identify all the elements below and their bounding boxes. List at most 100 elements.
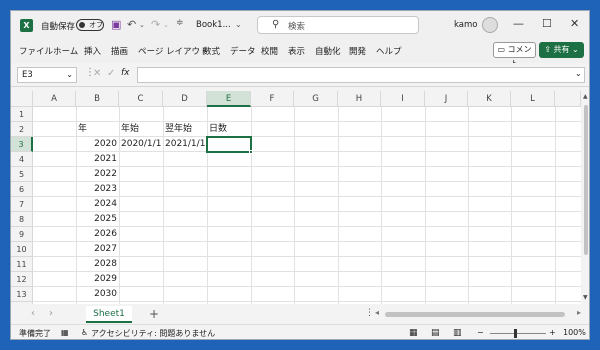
cell-b13[interactable]: 2030 bbox=[76, 287, 119, 302]
close-icon[interactable]: ✕ bbox=[570, 17, 579, 30]
column-header-h[interactable]: H bbox=[338, 91, 381, 107]
comment-button[interactable]: ▭ コメント bbox=[493, 42, 536, 68]
tab-insert[interactable]: 挿入 bbox=[84, 45, 101, 57]
column-header-k[interactable]: K bbox=[468, 91, 511, 107]
column-header-d[interactable]: D bbox=[163, 91, 207, 107]
search-box[interactable]: ⚲ 検索 bbox=[257, 16, 419, 34]
file-name-chevron-icon[interactable]: ⌄ bbox=[235, 20, 242, 29]
cell-e2[interactable]: 日数 bbox=[207, 122, 251, 137]
tab-split-handle-icon[interactable]: ⋮ bbox=[365, 308, 374, 318]
undo-dropdown-icon[interactable]: ⌄ bbox=[139, 21, 145, 29]
selected-cell-e3[interactable] bbox=[206, 136, 252, 153]
expand-formula-icon[interactable]: ⌄ bbox=[575, 69, 582, 78]
tab-review[interactable]: 校閲 bbox=[261, 45, 278, 57]
cell-b3[interactable]: 2020 bbox=[76, 137, 119, 152]
autosave-toggle[interactable]: オフ bbox=[76, 19, 104, 31]
share-button[interactable]: ⇪ 共有 ⌄ bbox=[539, 42, 584, 58]
name-box-chevron-icon[interactable]: ⌄ bbox=[66, 68, 73, 82]
cell-b4[interactable]: 2021 bbox=[76, 152, 119, 167]
row-header-1[interactable]: 1 bbox=[11, 107, 33, 122]
row-header-9[interactable]: 9 bbox=[11, 227, 33, 242]
column-header-l[interactable]: L bbox=[511, 91, 555, 107]
user-name[interactable]: kamo bbox=[454, 20, 477, 30]
zoom-slider-knob[interactable] bbox=[514, 329, 517, 338]
redo-dropdown-icon[interactable]: ⌄ bbox=[163, 21, 169, 29]
select-all-corner[interactable] bbox=[11, 91, 33, 107]
scrollbar-thumb[interactable] bbox=[584, 105, 588, 255]
row-header-2[interactable]: 2 bbox=[11, 122, 33, 137]
row-header-7[interactable]: 7 bbox=[11, 197, 33, 212]
row-header-3[interactable]: 3 bbox=[11, 137, 33, 152]
row-header-8[interactable]: 8 bbox=[11, 212, 33, 227]
file-name[interactable]: Book1... bbox=[196, 20, 231, 30]
customize-qat-icon[interactable]: ≑ bbox=[176, 18, 184, 28]
normal-view-icon[interactable]: ▦ bbox=[409, 328, 418, 338]
formula-input[interactable] bbox=[137, 67, 585, 83]
fill-handle[interactable] bbox=[249, 150, 253, 154]
undo-icon[interactable]: ↶ bbox=[127, 18, 136, 31]
tab-automate[interactable]: 自動化 bbox=[315, 45, 341, 57]
row-header-6[interactable]: 6 bbox=[11, 182, 33, 197]
row-header-13[interactable]: 13 bbox=[11, 287, 33, 302]
column-header-a[interactable]: A bbox=[33, 91, 76, 107]
tab-formulas[interactable]: 数式 bbox=[203, 45, 220, 57]
cell-b11[interactable]: 2028 bbox=[76, 257, 119, 272]
scroll-up-icon[interactable]: ▲ bbox=[583, 93, 588, 100]
horizontal-scrollbar-thumb[interactable] bbox=[385, 312, 565, 317]
row-header-10[interactable]: 10 bbox=[11, 242, 33, 257]
name-box[interactable]: E3 ⌄ bbox=[17, 67, 77, 83]
tab-draw[interactable]: 描画 bbox=[111, 45, 128, 57]
column-header-c[interactable]: C bbox=[119, 91, 163, 107]
page-break-view-icon[interactable]: ▥ bbox=[453, 328, 462, 338]
tab-home[interactable]: ホーム bbox=[53, 45, 78, 57]
cell-b6[interactable]: 2023 bbox=[76, 182, 119, 197]
cell-d3[interactable]: 2021/1/1 bbox=[163, 137, 207, 152]
cell-b10[interactable]: 2027 bbox=[76, 242, 119, 257]
accessibility-icon[interactable]: ♿ bbox=[81, 328, 88, 337]
page-layout-view-icon[interactable]: ▤ bbox=[431, 328, 440, 338]
insert-function-icon[interactable]: fx bbox=[121, 68, 130, 78]
cell-d2[interactable]: 翌年始 bbox=[163, 122, 207, 137]
row-header-14[interactable]: 14 bbox=[11, 302, 33, 304]
vertical-scrollbar[interactable]: ▲ ▼ bbox=[581, 91, 589, 304]
cell-b5[interactable]: 2022 bbox=[76, 167, 119, 182]
confirm-entry-icon[interactable]: ✓ bbox=[107, 68, 115, 79]
tab-file[interactable]: ファイル bbox=[19, 45, 53, 57]
next-sheet-icon[interactable]: › bbox=[49, 308, 53, 319]
prev-sheet-icon[interactable]: ‹ bbox=[31, 308, 35, 319]
column-header-b[interactable]: B bbox=[76, 91, 119, 107]
redo-icon[interactable]: ↷ bbox=[151, 18, 160, 31]
cell-c3[interactable]: 2020/1/1 bbox=[119, 137, 163, 152]
cell-b9[interactable]: 2026 bbox=[76, 227, 119, 242]
add-sheet-icon[interactable]: + bbox=[149, 307, 159, 321]
scroll-left-icon[interactable]: ◂ bbox=[375, 308, 379, 317]
scroll-right-icon[interactable]: ▸ bbox=[577, 308, 581, 317]
zoom-level[interactable]: 100% bbox=[563, 328, 586, 337]
maximize-icon[interactable]: ☐ bbox=[542, 17, 552, 30]
column-header-j[interactable]: J bbox=[425, 91, 468, 107]
column-header-i[interactable]: I bbox=[381, 91, 425, 107]
row-header-4[interactable]: 4 bbox=[11, 152, 33, 167]
cell-b2[interactable]: 年 bbox=[76, 122, 119, 137]
tab-page-layout[interactable]: ページ レイアウト bbox=[138, 45, 209, 57]
cell-b7[interactable]: 2024 bbox=[76, 197, 119, 212]
tab-help[interactable]: ヘルプ bbox=[376, 45, 402, 57]
cell-b12[interactable]: 2029 bbox=[76, 272, 119, 287]
cell-c2[interactable]: 年始 bbox=[119, 122, 163, 137]
tab-data[interactable]: データ bbox=[230, 45, 256, 57]
save-icon[interactable]: ▣ bbox=[111, 18, 121, 31]
cancel-entry-icon[interactable]: ✕ bbox=[93, 68, 101, 79]
avatar[interactable] bbox=[482, 17, 498, 33]
worksheet-grid[interactable]: A B C D E F G H I J K L 1 2 3 4 5 6 7 8 … bbox=[11, 91, 581, 304]
row-header-11[interactable]: 11 bbox=[11, 257, 33, 272]
accessibility-status[interactable]: アクセシビリティ: 問題ありません bbox=[91, 328, 215, 339]
zoom-out-icon[interactable]: − bbox=[477, 328, 484, 337]
column-header-f[interactable]: F bbox=[251, 91, 294, 107]
zoom-slider[interactable] bbox=[490, 333, 546, 334]
tab-sheet1[interactable]: Sheet1 bbox=[86, 306, 132, 323]
row-header-5[interactable]: 5 bbox=[11, 167, 33, 182]
scroll-down-icon[interactable]: ▼ bbox=[583, 294, 588, 301]
cell-b8[interactable]: 2025 bbox=[76, 212, 119, 227]
row-header-12[interactable]: 12 bbox=[11, 272, 33, 287]
tab-view[interactable]: 表示 bbox=[288, 45, 305, 57]
